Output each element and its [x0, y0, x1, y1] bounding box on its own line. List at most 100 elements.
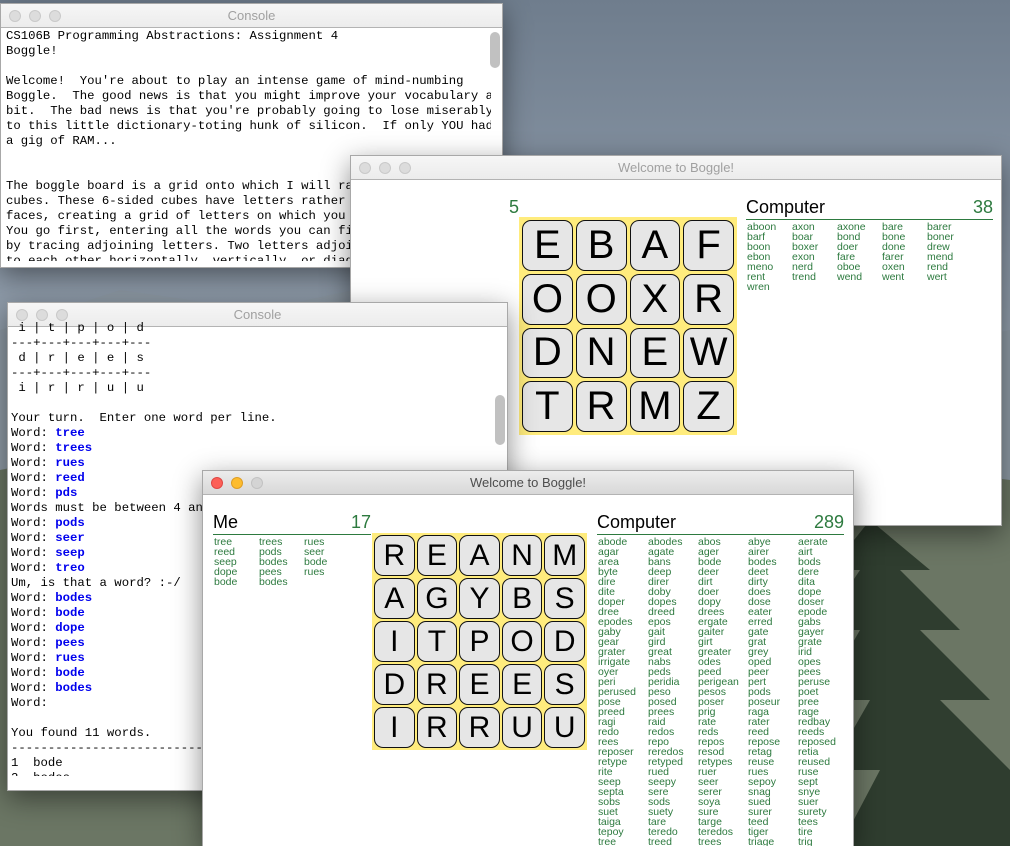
- console-line: a gig of RAM...: [6, 134, 117, 148]
- word-item: trend: [792, 271, 816, 283]
- word-item: wren: [747, 281, 770, 293]
- minimize-button-icon[interactable]: [36, 309, 48, 321]
- console-line: ---+---+---+---+---: [11, 366, 493, 381]
- console-text: Word:: [11, 531, 56, 545]
- letter-cube: R: [459, 707, 500, 748]
- boggle-board: EBAFOOXRDNEWTRMZ: [519, 217, 737, 435]
- letter-cube: O: [501, 621, 543, 662]
- letter-cube: M: [544, 535, 585, 576]
- zoom-button-icon[interactable]: [399, 162, 411, 174]
- console-text: Word:: [11, 666, 56, 680]
- minimize-button-icon[interactable]: [231, 477, 243, 489]
- letter-cube: F: [683, 220, 734, 271]
- me-word-list: tree trees rues reed pods seer seep bodes bode do…: [214, 537, 349, 588]
- entered-word: bodes: [55, 591, 93, 605]
- letter-cube: I: [374, 621, 415, 662]
- boggle-titlebar[interactable]: Welcome to Boggle!: [203, 471, 853, 495]
- letter-cube: E: [501, 664, 543, 705]
- scrollbar-thumb[interactable]: [490, 32, 500, 68]
- word-item: trees: [698, 836, 722, 846]
- close-button-icon[interactable]: [211, 477, 223, 489]
- close-button-icon[interactable]: [16, 309, 28, 321]
- entered-word: pds: [55, 486, 78, 500]
- entered-word: rues: [55, 651, 85, 665]
- console-text: Word:: [11, 681, 56, 695]
- entered-word: treo: [55, 561, 85, 575]
- console-line: to this little dictionary-toting hunk of…: [6, 119, 491, 133]
- letter-cube: Y: [459, 578, 500, 619]
- zoom-button-icon[interactable]: [251, 477, 263, 489]
- console-titlebar[interactable]: Console: [1, 4, 502, 28]
- computer-label: Computer: [746, 197, 826, 217]
- computer-score: 38: [972, 197, 993, 217]
- console-text: Words must be between 4 and: [11, 501, 211, 515]
- letter-cube: D: [374, 664, 415, 705]
- console-text: 1 bode: [11, 756, 63, 770]
- console-text: Word:: [11, 651, 56, 665]
- letter-cube: R: [374, 535, 415, 576]
- console-line: [11, 396, 493, 411]
- console-text: Word:: [11, 606, 56, 620]
- boggle-window-front[interactable]: Welcome to Boggle! Me 17 tree trees rues re…: [202, 470, 854, 846]
- word-item: triage: [748, 836, 775, 846]
- letter-cube: E: [459, 664, 500, 705]
- console-line: d | r | e | e | s: [11, 351, 493, 366]
- console-line: i | r | r | u | u: [11, 381, 493, 396]
- console-line: CS106B Programming Abstractions: Assignm…: [6, 29, 339, 43]
- letter-cube: S: [544, 664, 585, 705]
- entered-word: seer: [55, 531, 85, 545]
- console-text: Word:: [11, 471, 56, 485]
- console-text: Word:: [11, 426, 56, 440]
- scrollbar-thumb[interactable]: [495, 395, 505, 445]
- console-line: Boggle. The good news is that you might …: [6, 89, 491, 103]
- entered-word: trees: [55, 441, 93, 455]
- entered-word: bodes: [55, 681, 93, 695]
- console-line: Your turn. Enter one word per line.: [11, 411, 493, 426]
- console-text: Word:: [11, 486, 56, 500]
- me-label: Me: [213, 512, 239, 532]
- console-text: Word:: [11, 546, 56, 560]
- console-text: Word:: [11, 561, 56, 575]
- letter-cube: M: [629, 381, 681, 432]
- minimize-button-icon[interactable]: [379, 162, 391, 174]
- close-button-icon[interactable]: [9, 10, 21, 22]
- entered-word: bode: [55, 666, 85, 680]
- computer-score: 289: [813, 512, 844, 532]
- console-text: Word:: [11, 636, 56, 650]
- entered-word: pods: [55, 516, 85, 530]
- console-text: i | t | p | o | d: [11, 321, 144, 335]
- letter-cube: W: [683, 327, 734, 379]
- letter-cube: X: [629, 273, 681, 325]
- console-line: Welcome! You're about to play an intense…: [6, 74, 464, 88]
- word-item: trig: [798, 836, 813, 846]
- letter-cube: O: [575, 273, 627, 325]
- letter-cube: P: [459, 621, 500, 662]
- letter-cube: U: [544, 707, 585, 748]
- console-line: ---+---+---+---+---: [11, 336, 493, 351]
- header-rule: [746, 219, 993, 220]
- letter-cube: A: [459, 535, 500, 576]
- entered-word: tree: [55, 426, 85, 440]
- boggle-titlebar[interactable]: Welcome to Boggle!: [351, 156, 1001, 180]
- letter-cube: U: [501, 707, 543, 748]
- word-item: rues: [304, 566, 325, 578]
- entered-word: seep: [55, 546, 85, 560]
- zoom-button-icon[interactable]: [56, 309, 68, 321]
- boggle-board: REANMAGYBSITPODDREESIRRUU: [372, 533, 587, 750]
- letter-cube: R: [416, 707, 458, 748]
- minimize-button-icon[interactable]: [29, 10, 41, 22]
- letter-cube: S: [544, 578, 585, 619]
- console-line: Word: tree: [11, 426, 493, 441]
- letter-cube: A: [374, 578, 415, 619]
- letter-cube: E: [522, 220, 573, 271]
- letter-cube: E: [629, 327, 681, 379]
- close-button-icon[interactable]: [359, 162, 371, 174]
- console-line: Word: rues: [11, 456, 493, 471]
- window-title: Welcome to Boggle!: [469, 475, 587, 490]
- word-item: bode: [214, 576, 238, 588]
- letter-cube: D: [544, 621, 585, 662]
- letter-cube: Z: [683, 381, 734, 432]
- zoom-button-icon[interactable]: [49, 10, 61, 22]
